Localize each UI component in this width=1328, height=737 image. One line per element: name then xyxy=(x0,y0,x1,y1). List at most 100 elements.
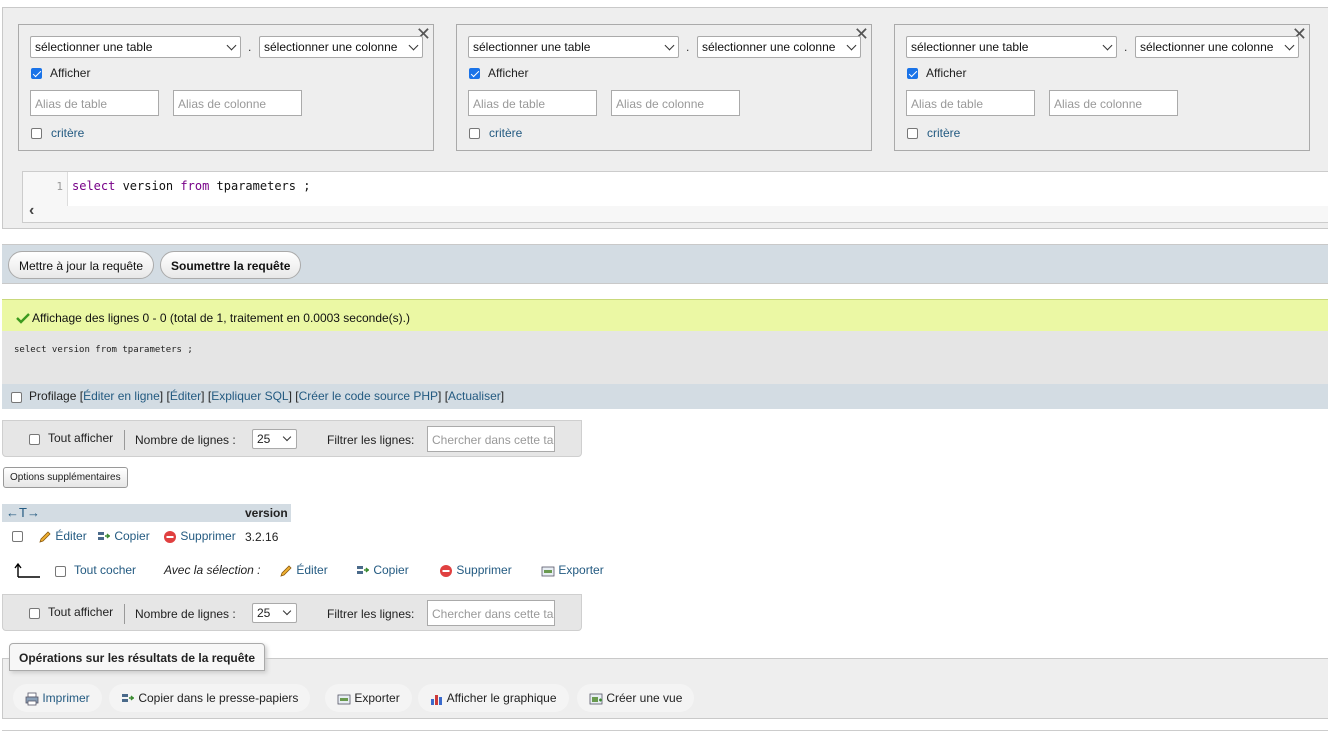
export-icon xyxy=(337,694,351,705)
edit-inline-link[interactable]: Éditer en ligne xyxy=(83,389,160,403)
export-button[interactable]: Exporter xyxy=(325,684,412,712)
table-select[interactable]: sélectionner une table xyxy=(468,36,679,58)
copy-clipboard-button[interactable]: Copier dans le presse-papiers xyxy=(109,684,311,712)
filter-label: Filtrer les lignes: xyxy=(327,433,415,447)
create-view-label: Créer une vue xyxy=(606,691,683,705)
with-selection-label: Avec la sélection : xyxy=(164,563,261,577)
chart-icon xyxy=(431,694,442,705)
criteria-label[interactable]: critère xyxy=(489,126,522,140)
scroll-left-icon[interactable]: ‹ xyxy=(29,202,34,220)
rows-label: Nombre de lignes : xyxy=(135,433,236,447)
navigation-bar-top: Tout afficher Nombre de lignes : 25 Filt… xyxy=(2,420,582,457)
column-criteria-box: ✕ sélectionner une table . sélectionner … xyxy=(894,24,1310,151)
show-label: Afficher xyxy=(926,66,967,80)
criteria-checkbox[interactable] xyxy=(31,128,42,139)
column-alias-input[interactable]: Alias de colonne xyxy=(173,90,302,116)
column-arrows-icon[interactable]: ←T→ xyxy=(6,505,40,520)
bulk-delete-button[interactable]: Supprimer xyxy=(439,563,512,578)
table-alias-input[interactable]: Alias de table xyxy=(30,90,159,116)
create-view-icon xyxy=(589,693,603,705)
export-icon xyxy=(541,566,555,577)
separator-dot: . xyxy=(248,40,252,54)
bulk-copy-button[interactable]: Copier xyxy=(356,563,409,578)
chevron-down-icon xyxy=(664,40,675,51)
bulk-copy-label: Copier xyxy=(373,563,409,577)
cell-version[interactable]: 3.2.16 xyxy=(245,530,278,544)
rows-select[interactable]: 25 xyxy=(252,603,297,623)
row-copy-link[interactable]: Copier xyxy=(97,529,150,544)
create-view-button[interactable]: Créer une vue xyxy=(577,684,695,712)
bracket: ] xyxy=(288,389,292,403)
check-all-checkbox[interactable] xyxy=(55,566,66,577)
extra-options-button[interactable]: Options supplémentaires xyxy=(3,467,128,488)
column-select[interactable]: sélectionner une colonne xyxy=(1135,36,1299,58)
column-select[interactable]: sélectionner une colonne xyxy=(259,36,423,58)
sql-code: select version from tparameters ; xyxy=(72,179,310,193)
explain-sql-link[interactable]: Expliquer SQL xyxy=(211,389,288,403)
print-icon xyxy=(25,692,39,706)
column-alias-input[interactable]: Alias de colonne xyxy=(1049,90,1178,116)
criteria-checkbox[interactable] xyxy=(469,128,480,139)
executed-sql-text: select version from tparameters ; xyxy=(14,345,193,355)
table-alias-input[interactable]: Alias de table xyxy=(468,90,597,116)
chevron-down-icon xyxy=(408,40,419,51)
rows-select[interactable]: 25 xyxy=(252,429,297,449)
copy-icon xyxy=(357,565,369,574)
profiling-checkbox[interactable] xyxy=(11,392,22,403)
check-icon xyxy=(16,313,30,324)
line-number: 1 xyxy=(56,180,63,193)
chevron-down-icon xyxy=(282,432,292,442)
show-label: Afficher xyxy=(50,66,91,80)
table-alias-input[interactable]: Alias de table xyxy=(906,90,1035,116)
criteria-checkbox[interactable] xyxy=(907,128,918,139)
show-checkbox[interactable] xyxy=(907,68,918,79)
query-actions-bar: Mettre à jour la requête Soumettre la re… xyxy=(2,244,1328,284)
table-select[interactable]: sélectionner une table xyxy=(30,36,241,58)
display-chart-button[interactable]: Afficher le graphique xyxy=(418,684,569,712)
show-checkbox[interactable] xyxy=(469,68,480,79)
arrow-up-left-icon xyxy=(14,562,40,578)
show-label: Afficher xyxy=(488,66,529,80)
column-alias-input[interactable]: Alias de colonne xyxy=(611,90,740,116)
bracket: ] xyxy=(201,389,205,403)
table-select[interactable]: sélectionner une table xyxy=(906,36,1117,58)
operations-legend: Opérations sur les résultats de la requê… xyxy=(9,643,266,671)
pencil-icon xyxy=(39,531,51,543)
filter-input[interactable]: Chercher dans cette table xyxy=(427,600,555,626)
bulk-export-button[interactable]: Exporter xyxy=(541,563,604,578)
chevron-down-icon xyxy=(282,606,292,616)
export-label: Exporter xyxy=(354,691,400,705)
update-query-button[interactable]: Mettre à jour la requête xyxy=(8,251,155,279)
filter-input[interactable]: Chercher dans cette table xyxy=(427,426,555,452)
print-button[interactable]: Imprimer xyxy=(13,684,102,712)
show-checkbox[interactable] xyxy=(31,68,42,79)
table-row: Éditer Copier Supprimer 3.2.16 xyxy=(2,524,291,548)
refresh-link[interactable]: Actualiser xyxy=(448,389,501,403)
column-select[interactable]: sélectionner une colonne xyxy=(697,36,861,58)
sql-editor[interactable]: 1 select version from tparameters ; ‹ xyxy=(22,171,1328,223)
show-all-checkbox[interactable] xyxy=(29,434,40,445)
column-header-version[interactable]: version xyxy=(245,506,288,520)
criteria-label[interactable]: critère xyxy=(51,126,84,140)
submit-query-button[interactable]: Soumettre la requête xyxy=(160,251,302,279)
row-checkbox[interactable] xyxy=(12,531,23,542)
line-gutter: 1 xyxy=(23,172,67,206)
copy-icon xyxy=(122,693,134,702)
chevron-down-icon xyxy=(846,40,857,51)
row-edit-link[interactable]: Éditer xyxy=(38,529,87,544)
show-all-checkbox[interactable] xyxy=(29,608,40,619)
print-label: Imprimer xyxy=(42,691,90,705)
sql-keyword: from xyxy=(180,179,210,193)
bulk-edit-button[interactable]: Éditer xyxy=(279,563,328,578)
filter-label: Filtrer les lignes: xyxy=(327,607,415,621)
profiling-label: Profilage xyxy=(29,389,77,403)
executed-sql: select version from tparameters ; xyxy=(2,331,1328,384)
check-all-link[interactable]: Tout cocher xyxy=(74,563,136,577)
code-line[interactable]: select version from tparameters ; xyxy=(67,172,1328,206)
edit-link[interactable]: Éditer xyxy=(170,389,201,403)
row-delete-link[interactable]: Supprimer xyxy=(163,529,236,544)
criteria-label[interactable]: critère xyxy=(927,126,960,140)
rows-label: Nombre de lignes : xyxy=(135,607,236,621)
copy-icon xyxy=(98,531,110,540)
create-php-link[interactable]: Créer le code source PHP xyxy=(299,389,438,403)
